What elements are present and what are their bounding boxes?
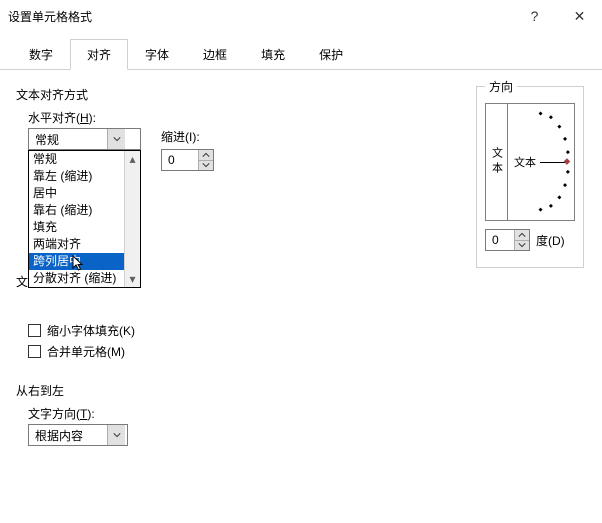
chevron-down-icon	[113, 135, 121, 143]
orientation-spin-up[interactable]	[515, 230, 529, 241]
horizontal-align-value: 常规	[29, 129, 107, 149]
dropdown-scrollbar[interactable]: ▴ ▾	[124, 151, 140, 287]
tab-border[interactable]: 边框	[186, 39, 244, 70]
shrink-to-fit-checkbox[interactable]	[28, 324, 41, 337]
tab-font[interactable]: 字体	[128, 39, 186, 70]
tab-protection[interactable]: 保护	[302, 39, 360, 70]
indent-label: 缩进(I):	[161, 128, 214, 145]
orientation-degree-value[interactable]: 0	[486, 230, 514, 250]
orientation-dial[interactable]: 文本	[508, 104, 574, 220]
indent-spinner[interactable]: 0	[161, 149, 214, 171]
text-direction-dropdown-button[interactable]	[107, 425, 125, 445]
chevron-down-icon	[202, 161, 210, 169]
chevron-up-icon	[202, 151, 210, 159]
chevron-up-icon	[518, 231, 526, 239]
tab-number[interactable]: 数字	[12, 39, 70, 70]
close-button[interactable]: ✕	[557, 0, 602, 32]
merge-cells-label: 合并单元格(M)	[47, 343, 125, 360]
window-title: 设置单元格格式	[8, 8, 512, 25]
orientation-degree-label: 度(D)	[536, 232, 565, 249]
merge-cells-checkbox[interactable]	[28, 345, 41, 358]
tab-alignment[interactable]: 对齐	[70, 39, 128, 70]
orientation-legend: 方向	[485, 78, 517, 95]
text-direction-combo[interactable]: 根据内容	[28, 424, 128, 446]
horizontal-align-dropdown-button[interactable]	[107, 129, 125, 149]
indent-value[interactable]: 0	[162, 150, 198, 170]
shrink-to-fit-row: 缩小字体填充(K)	[28, 322, 586, 339]
orientation-spin-down[interactable]	[515, 241, 529, 251]
orientation-vertical-text-button[interactable]: 文本	[486, 104, 508, 220]
content-area: 文本对齐方式 水平对齐(H): 常规 常规 靠左 (缩进) 居中 靠右 (缩进)…	[0, 70, 602, 456]
shrink-to-fit-label: 缩小字体填充(K)	[47, 322, 135, 339]
indent-spin-down[interactable]	[199, 161, 213, 171]
orientation-box: 文本 文本	[485, 103, 575, 221]
orientation-dial-dots	[508, 104, 574, 220]
scrollbar-up-icon[interactable]: ▴	[125, 151, 140, 167]
orientation-degree-spinner[interactable]: 0	[485, 229, 530, 251]
titlebar: 设置单元格格式 ? ✕	[0, 0, 602, 32]
rtl-section-label: 从右到左	[16, 382, 586, 399]
merge-cells-row: 合并单元格(M)	[28, 343, 586, 360]
tab-fill[interactable]: 填充	[244, 39, 302, 70]
text-direction-label: 文字方向(T):	[28, 405, 586, 422]
tab-strip: 数字 对齐 字体 边框 填充 保护	[0, 38, 602, 70]
help-button[interactable]: ?	[512, 0, 557, 32]
chevron-down-icon	[113, 431, 121, 439]
orientation-group: 方向 文本 文本	[476, 78, 584, 268]
text-direction-value: 根据内容	[29, 425, 107, 445]
indent-spin-up[interactable]	[199, 150, 213, 161]
chevron-down-icon	[518, 241, 526, 249]
horizontal-align-dropdown-list: 常规 靠左 (缩进) 居中 靠右 (缩进) 填充 两端对齐 跨列居中 分散对齐 …	[28, 150, 141, 288]
horizontal-align-combo[interactable]: 常规	[28, 128, 141, 150]
scrollbar-down-icon[interactable]: ▾	[125, 271, 140, 287]
